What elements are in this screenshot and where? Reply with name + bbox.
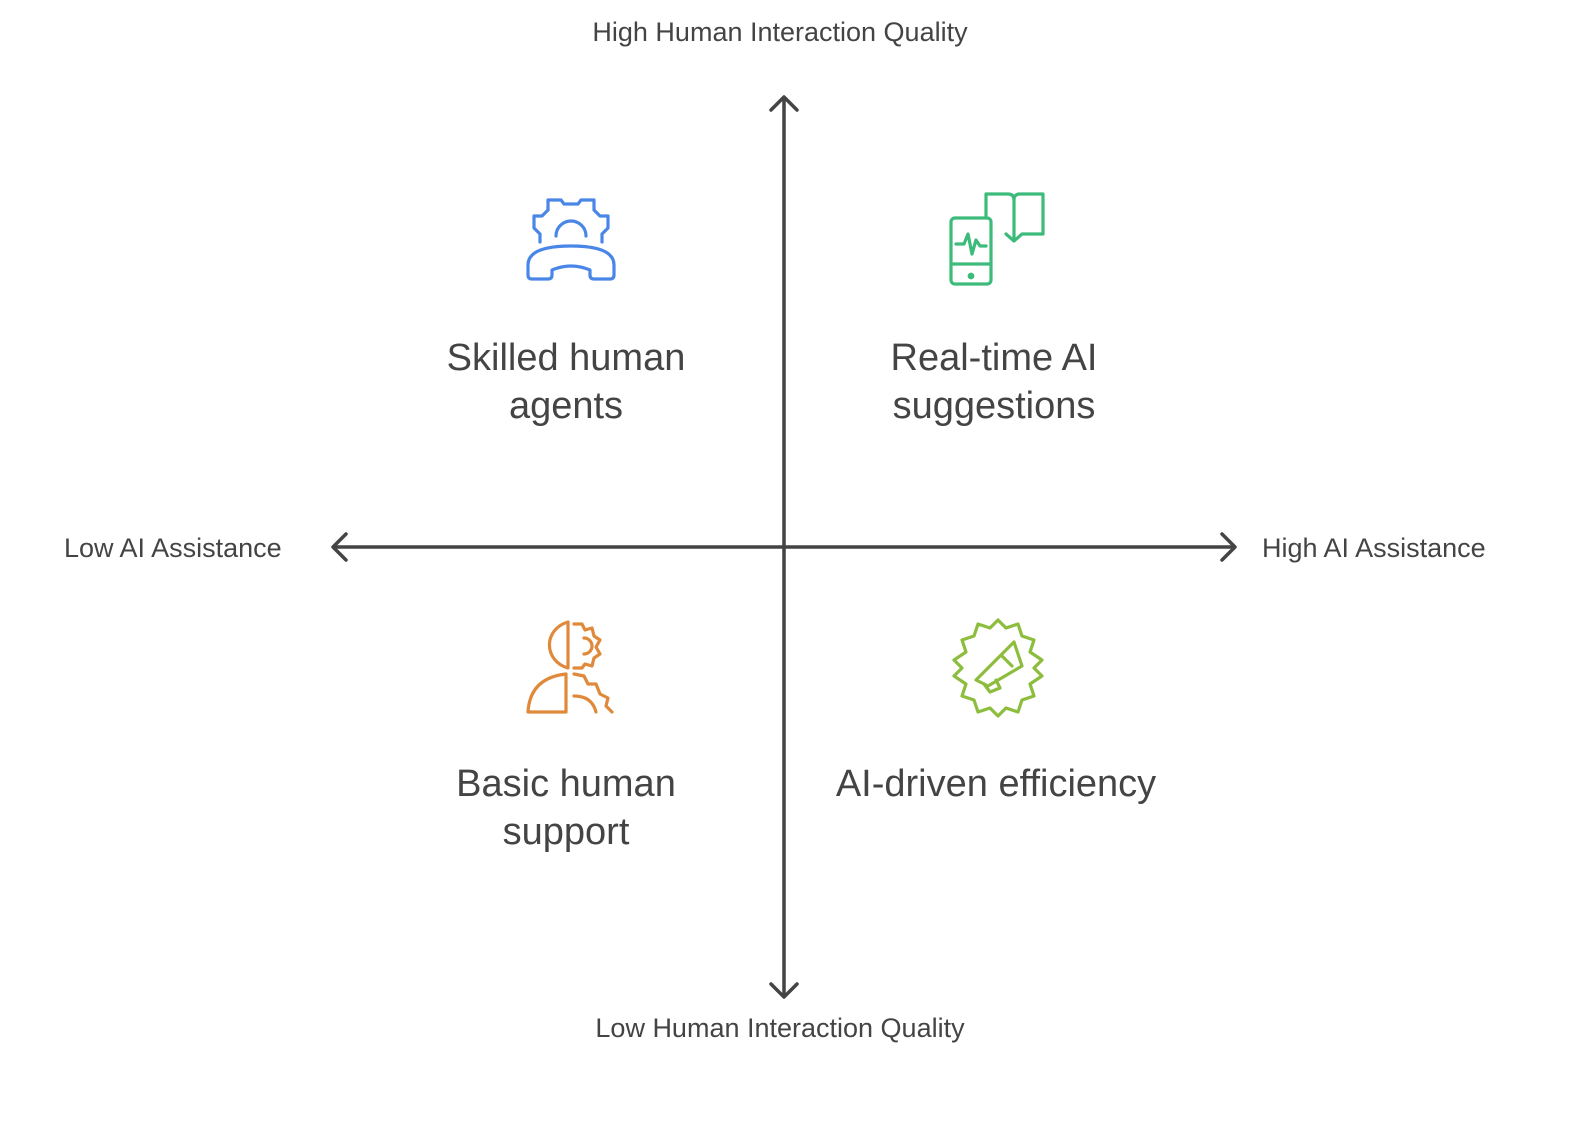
quadrant-bottom-left-label: Basic human support — [456, 763, 676, 853]
gear-megaphone-icon — [952, 618, 1044, 718]
x-axis-right-label: High AI Assistance — [1262, 533, 1486, 563]
quadrant-top-left-label: Skilled human agents — [446, 337, 686, 427]
quadrant-bottom-right-label: AI-driven efficiency — [835, 763, 1157, 805]
y-axis-top-label: High Human Interaction Quality — [592, 17, 968, 47]
phone-book-icon — [949, 192, 1045, 286]
headset-gear-icon — [526, 198, 616, 281]
quadrant-diagram — [331, 95, 1237, 999]
x-axis-left-label: Low AI Assistance — [64, 533, 282, 563]
human-gear-icon — [526, 620, 614, 714]
quadrant-top-right-label: Real-time AI suggestions — [890, 337, 1098, 427]
y-axis-bottom-label: Low Human Interaction Quality — [595, 1013, 965, 1043]
